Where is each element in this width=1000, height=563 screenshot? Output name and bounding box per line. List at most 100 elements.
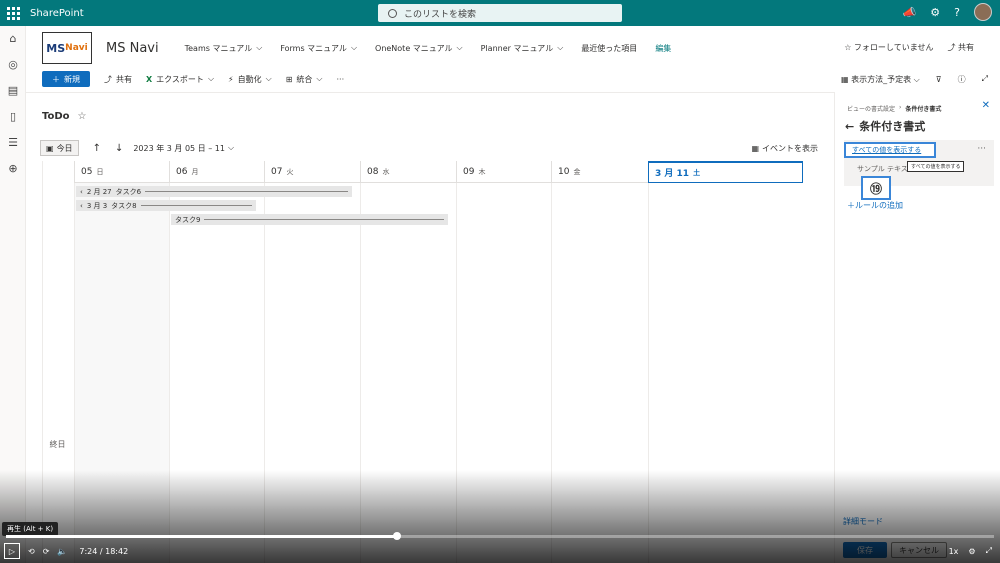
forward-icon[interactable]: ⟳ xyxy=(43,547,50,556)
calendar-toolbar: ▣ 今日 ↑ ↓ 2023 年 3 月 05 日 – 11 ⌵ ▦ イベントを表示 xyxy=(40,138,820,158)
site-title[interactable]: MS Navi xyxy=(106,41,159,56)
day-column[interactable] xyxy=(456,183,551,563)
chevron-down-icon: ⌵ xyxy=(456,43,463,52)
event-name: タスク8 xyxy=(111,201,137,210)
date-range-text: 2023 年 3 月 05 日 – 11 xyxy=(133,143,225,153)
add-rule-button[interactable]: ＋ルールの追加 xyxy=(847,200,903,211)
document-icon[interactable]: ▯ xyxy=(0,104,26,130)
share-button[interactable]: ⤴ 共有 xyxy=(104,74,132,85)
video-progress-fill xyxy=(6,535,398,538)
calendar-event[interactable]: タスク9 xyxy=(171,214,448,225)
list-icon[interactable]: ☰ xyxy=(0,130,26,156)
avatar[interactable] xyxy=(974,3,992,21)
day-of-week: 水 xyxy=(382,167,390,176)
nav-item-label: Planner マニュアル xyxy=(480,43,554,53)
filter-icon[interactable]: ⊽ xyxy=(936,75,942,84)
day-header[interactable]: 10 金 xyxy=(551,161,648,183)
calendar-event[interactable]: ‹ 3 月 3 タスク8 xyxy=(76,200,256,211)
day-column[interactable] xyxy=(551,183,648,563)
day-column[interactable] xyxy=(648,183,802,563)
day-header[interactable]: 08 水 xyxy=(360,161,456,183)
site-header: MS Navi MS Navi Teams マニュアル ⌵ Forms マニュアル ⌵… xyxy=(26,26,1000,70)
day-of-week: 土 xyxy=(693,168,701,177)
day-number: 08 xyxy=(367,166,379,177)
breadcrumb-parent[interactable]: ビューの書式設定 xyxy=(847,104,895,113)
add-icon[interactable]: ⊕ xyxy=(0,156,26,182)
panel-title-text: 条件付き書式 xyxy=(859,120,926,133)
follow-button[interactable]: ☆ フォローしていません xyxy=(844,42,933,53)
list-title: ToDo ☆ xyxy=(42,111,87,122)
date-range-picker[interactable]: 2023 年 3 月 05 日 – 11 ⌵ xyxy=(133,143,234,154)
search-icon xyxy=(388,8,397,18)
nav-item-onenote[interactable]: OneNote マニュアル ⌵ xyxy=(375,43,463,54)
day-column[interactable] xyxy=(264,183,360,563)
nav-item-forms[interactable]: Forms マニュアル ⌵ xyxy=(280,43,357,54)
gear-icon[interactable]: ⚙ xyxy=(930,6,940,19)
day-header[interactable]: 07 火 xyxy=(264,161,360,183)
next-week-button[interactable]: ↓ xyxy=(115,143,123,154)
integrate-icon: ⊞ xyxy=(285,74,293,84)
video-controls-right: 1x ⚙ ⤢ xyxy=(949,542,992,560)
close-icon[interactable]: ✕ xyxy=(982,100,990,111)
nav-edit-link[interactable]: 編集 xyxy=(655,43,671,54)
day-header[interactable]: 3 月 11 土 xyxy=(648,161,803,183)
day-column[interactable] xyxy=(169,183,264,563)
globe-icon[interactable]: ◎ xyxy=(0,52,26,78)
allday-gutter xyxy=(42,161,74,563)
rewind-icon[interactable]: ⟲ xyxy=(28,547,35,556)
more-commands-button[interactable]: ··· xyxy=(337,75,345,84)
info-icon[interactable]: ⓘ xyxy=(958,74,966,85)
rule-more-button[interactable]: ··· xyxy=(977,144,986,154)
app-bar: ⌂ ◎ ▤ ▯ ☰ ⊕ xyxy=(0,26,26,563)
integrate-label: 統合 xyxy=(296,74,313,84)
show-all-values-link[interactable]: すべての値を表示する xyxy=(844,142,936,158)
video-time: 7:24 / 18:42 xyxy=(79,546,129,556)
day-header[interactable]: 09 木 xyxy=(456,161,551,183)
nav-item-teams[interactable]: Teams マニュアル ⌵ xyxy=(185,43,263,54)
day-number: 10 xyxy=(558,166,570,177)
automate-button[interactable]: ⚡ 自動化 ⌵ xyxy=(228,74,272,85)
star-icon[interactable]: ☆ xyxy=(78,111,87,122)
playback-speed-button[interactable]: 1x xyxy=(949,547,959,556)
export-button[interactable]: X エクスポート ⌵ xyxy=(146,74,214,85)
calendar-event[interactable]: ‹ 2 月 27 タスク6 xyxy=(76,186,352,197)
view-selector[interactable]: ▦ 表示方法_予定表 ⌵ xyxy=(841,74,920,85)
day-header[interactable]: 06 月 xyxy=(169,161,264,183)
list-title-text: ToDo xyxy=(42,111,70,122)
share-icon: ⤴ xyxy=(104,74,112,84)
search-input[interactable]: このリストを検索 xyxy=(378,4,622,22)
play-button[interactable]: ▷ xyxy=(4,543,20,559)
fullscreen-icon[interactable]: ⤢ xyxy=(986,546,992,556)
calendar-grid: 終日 05 日 06 月 07 火 08 水 09 木 10 金 3 月 11 土 ‹ 2 月 27 タスク6 ‹… xyxy=(42,161,803,563)
home-icon[interactable]: ⌂ xyxy=(0,26,26,52)
site-logo[interactable]: MS Navi xyxy=(42,32,92,64)
gear-icon[interactable]: ⚙ xyxy=(968,547,975,556)
chevron-down-icon: ⌵ xyxy=(207,74,215,83)
share-site-button[interactable]: ⤴ 共有 xyxy=(947,42,974,53)
previous-week-button[interactable]: ↑ xyxy=(93,143,101,154)
day-column[interactable] xyxy=(74,183,169,563)
detail-mode-link[interactable]: 詳細モード xyxy=(843,516,883,527)
today-button[interactable]: ▣ 今日 xyxy=(40,140,79,156)
news-icon[interactable]: ▤ xyxy=(0,78,26,104)
day-of-week: 月 xyxy=(191,167,199,176)
nav-item-planner[interactable]: Planner マニュアル ⌵ xyxy=(481,43,564,54)
volume-icon[interactable]: 🔈 xyxy=(57,547,67,556)
new-button[interactable]: ＋ 新規 xyxy=(42,71,90,87)
chevron-left-icon: ‹ xyxy=(80,201,83,210)
app-launcher-icon[interactable] xyxy=(0,0,26,26)
show-events-button[interactable]: ▦ イベントを表示 xyxy=(751,143,818,154)
day-header[interactable]: 05 日 xyxy=(74,161,169,183)
expand-icon[interactable]: ⤢ xyxy=(982,74,988,84)
back-arrow-icon[interactable]: ← xyxy=(845,120,854,133)
nav-item-recent[interactable]: 最近使った項目 xyxy=(581,43,637,54)
view-label: 表示方法_予定表 xyxy=(851,74,912,84)
day-number: 09 xyxy=(463,166,475,177)
help-icon[interactable]: ? xyxy=(954,6,960,19)
day-of-week: 火 xyxy=(286,167,294,176)
megaphone-icon[interactable]: 📣 xyxy=(903,6,917,19)
video-progress-bar[interactable] xyxy=(6,532,994,540)
day-column[interactable] xyxy=(360,183,456,563)
app-name[interactable]: SharePoint xyxy=(30,8,84,19)
integrate-button[interactable]: ⊞ 統合 ⌵ xyxy=(286,74,323,85)
